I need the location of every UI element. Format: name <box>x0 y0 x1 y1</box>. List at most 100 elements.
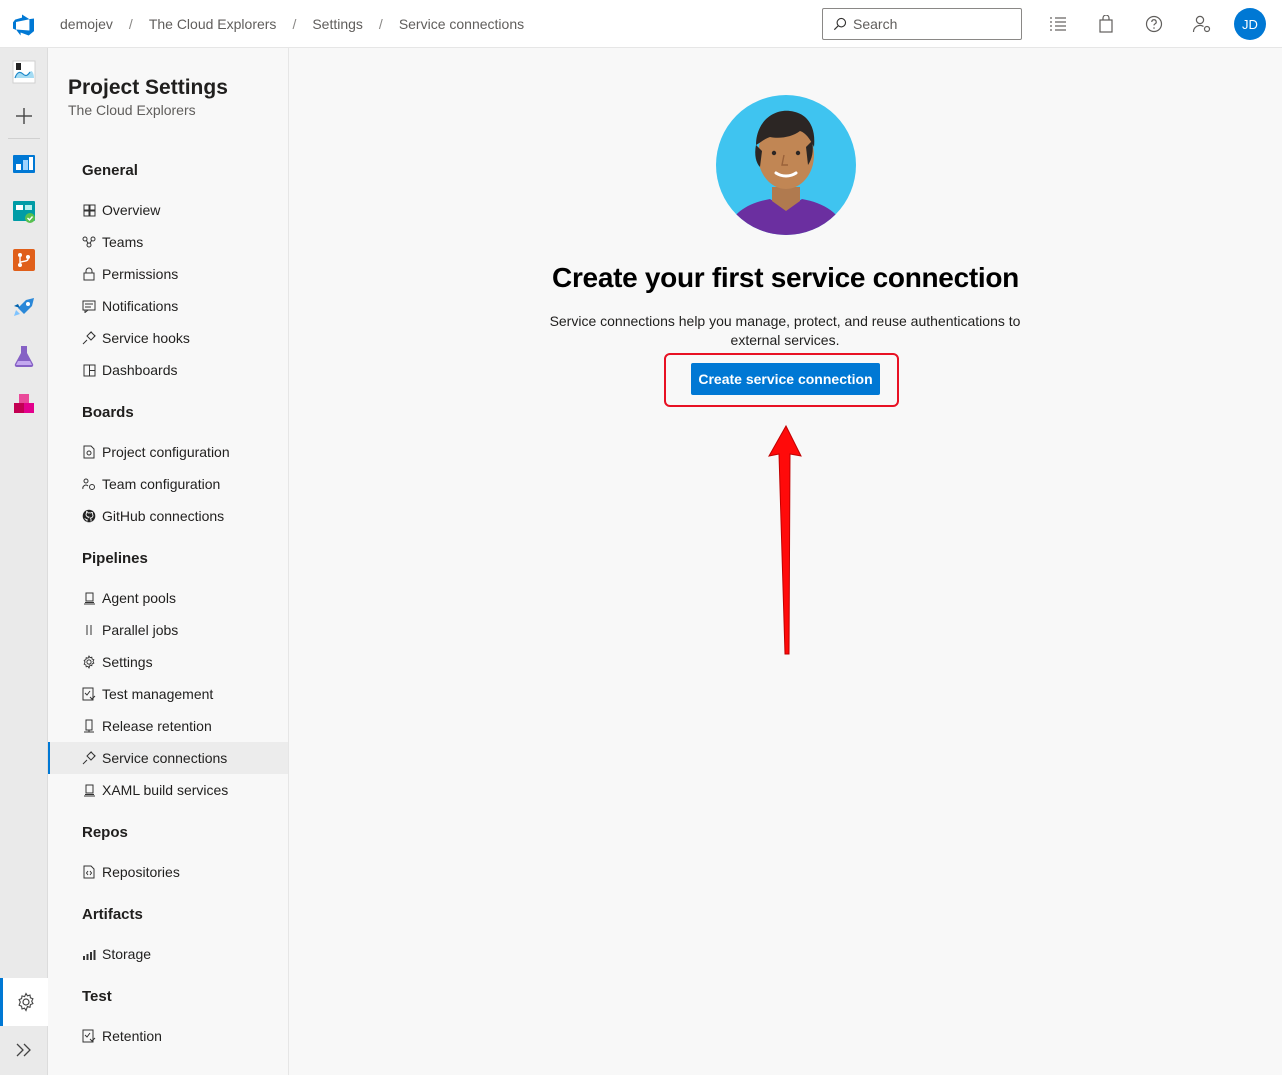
nav-item-label: Service connections <box>102 750 228 766</box>
nav-item-label: GitHub connections <box>102 508 225 524</box>
parallel-icon <box>82 623 96 637</box>
nav-item-label: Notifications <box>102 298 179 314</box>
notification-message-icon <box>82 299 96 313</box>
nav-item-agent-pools[interactable]: Agent pools <box>48 582 288 614</box>
repository-icon <box>82 865 96 879</box>
rail-add-icon[interactable] <box>0 96 48 136</box>
plug-icon <box>82 751 96 765</box>
task-list-icon[interactable] <box>1048 14 1068 34</box>
person-avatar-illustration <box>716 95 856 235</box>
empty-state-description: Service connections help you manage, pro… <box>549 313 1021 348</box>
nav-group-artifacts: Artifacts <box>82 906 143 923</box>
nav-item-label: Storage <box>102 946 152 962</box>
nav-item-label: Team configuration <box>102 476 221 492</box>
github-icon <box>82 509 96 523</box>
nav-group-repos: Repos <box>82 824 128 841</box>
nav-item-service-connections[interactable]: Service connections <box>48 742 288 774</box>
rail-boards-icon[interactable] <box>0 192 48 232</box>
breadcrumb-separator: / <box>292 16 297 32</box>
annotation-arrow-icon <box>768 424 802 655</box>
nav-item-repositories[interactable]: Repositories <box>48 856 288 888</box>
nav-item-label: Release retention <box>102 718 212 734</box>
nav-item-label: Permissions <box>102 266 179 282</box>
rail-divider <box>8 138 40 139</box>
plug-icon <box>82 331 96 345</box>
search-input[interactable] <box>853 16 1013 32</box>
nav-item-label: Parallel jobs <box>102 622 179 638</box>
marketplace-bag-icon[interactable] <box>1096 14 1116 34</box>
rail-artifacts-icon[interactable] <box>0 384 48 424</box>
nav-item-label: Settings <box>102 654 153 670</box>
storage-chart-icon <box>82 947 96 961</box>
rail-repos-icon[interactable] <box>0 240 48 280</box>
nav-item-label: Retention <box>102 1028 162 1044</box>
nav-group-boards: Boards <box>82 404 134 421</box>
breadcrumb: demojev / The Cloud Explorers / Settings… <box>60 16 524 32</box>
overview-icon <box>82 203 96 217</box>
rail-pipelines-icon[interactable] <box>0 288 48 328</box>
gear-icon <box>82 655 96 669</box>
settings-nav: Project Settings The Cloud Explorers Gen… <box>48 48 289 1075</box>
create-service-connection-button[interactable]: Create service connection <box>691 363 880 395</box>
nav-item-notifications[interactable]: Notifications <box>48 290 288 322</box>
rail-project-icon[interactable] <box>0 52 48 92</box>
nav-title: Project Settings <box>68 76 228 99</box>
breadcrumb-separator: / <box>128 16 133 32</box>
nav-item-permissions[interactable]: Permissions <box>48 258 288 290</box>
nav-subtitle: The Cloud Explorers <box>68 102 196 118</box>
top-bar: demojev / The Cloud Explorers / Settings… <box>0 0 1282 48</box>
team-config-icon <box>82 477 96 491</box>
dashboard-icon <box>82 363 96 377</box>
search-icon <box>833 17 847 31</box>
nav-item-xaml-build-services[interactable]: XAML build services <box>48 774 288 806</box>
nav-item-label: Project configuration <box>102 444 230 460</box>
project-config-icon <box>82 445 96 459</box>
nav-group-test: Test <box>82 988 112 1005</box>
azure-devops-logo-icon[interactable] <box>12 13 36 37</box>
main-content: Create your first service connection Ser… <box>289 48 1282 1075</box>
rail-settings-gear-icon[interactable] <box>0 978 48 1026</box>
breadcrumb-project[interactable]: The Cloud Explorers <box>149 16 277 32</box>
nav-item-overview[interactable]: Overview <box>48 194 288 226</box>
test-management-icon <box>82 687 96 701</box>
nav-item-test-management[interactable]: Test management <box>48 678 288 710</box>
rail-overview-icon[interactable] <box>0 144 48 184</box>
nav-item-label: Service hooks <box>102 330 190 346</box>
rail-expand-chevron-icon[interactable] <box>0 1030 48 1070</box>
nav-item-label: Repositories <box>102 864 180 880</box>
help-icon[interactable] <box>1144 14 1164 34</box>
breadcrumb-settings[interactable]: Settings <box>312 16 363 32</box>
empty-state-heading: Create your first service connection <box>552 262 1019 293</box>
nav-item-label: XAML build services <box>102 782 229 798</box>
agent-pool-icon <box>82 591 96 605</box>
rail-test-plans-icon[interactable] <box>0 336 48 376</box>
nav-item-settings[interactable]: Settings <box>48 646 288 678</box>
nav-item-retention[interactable]: Retention <box>48 1020 288 1052</box>
nav-group-pipelines: Pipelines <box>82 550 148 567</box>
breadcrumb-current-page[interactable]: Service connections <box>399 16 524 32</box>
user-settings-icon[interactable] <box>1192 14 1212 34</box>
avatar[interactable]: JD <box>1234 8 1266 40</box>
nav-item-label: Overview <box>102 202 161 218</box>
nav-item-project-configuration[interactable]: Project configuration <box>48 436 288 468</box>
nav-item-label: Agent pools <box>102 590 176 606</box>
nav-item-label: Teams <box>102 234 144 250</box>
nav-item-service-hooks[interactable]: Service hooks <box>48 322 288 354</box>
lock-icon <box>82 267 96 281</box>
test-retention-icon <box>82 1029 96 1043</box>
release-retention-icon <box>82 719 96 733</box>
nav-item-team-configuration[interactable]: Team configuration <box>48 468 288 500</box>
breadcrumb-org[interactable]: demojev <box>60 16 113 32</box>
nav-item-teams[interactable]: Teams <box>48 226 288 258</box>
breadcrumb-separator: / <box>378 16 383 32</box>
nav-item-release-retention[interactable]: Release retention <box>48 710 288 742</box>
search-box[interactable] <box>822 8 1022 40</box>
nav-item-label: Dashboards <box>102 362 178 378</box>
nav-item-label: Test management <box>102 686 214 702</box>
left-rail <box>0 48 48 1075</box>
nav-item-dashboards[interactable]: Dashboards <box>48 354 288 386</box>
nav-item-parallel-jobs[interactable]: Parallel jobs <box>48 614 288 646</box>
nav-group-general: General <box>82 162 138 179</box>
nav-item-storage[interactable]: Storage <box>48 938 288 970</box>
nav-item-github-connections[interactable]: GitHub connections <box>48 500 288 532</box>
